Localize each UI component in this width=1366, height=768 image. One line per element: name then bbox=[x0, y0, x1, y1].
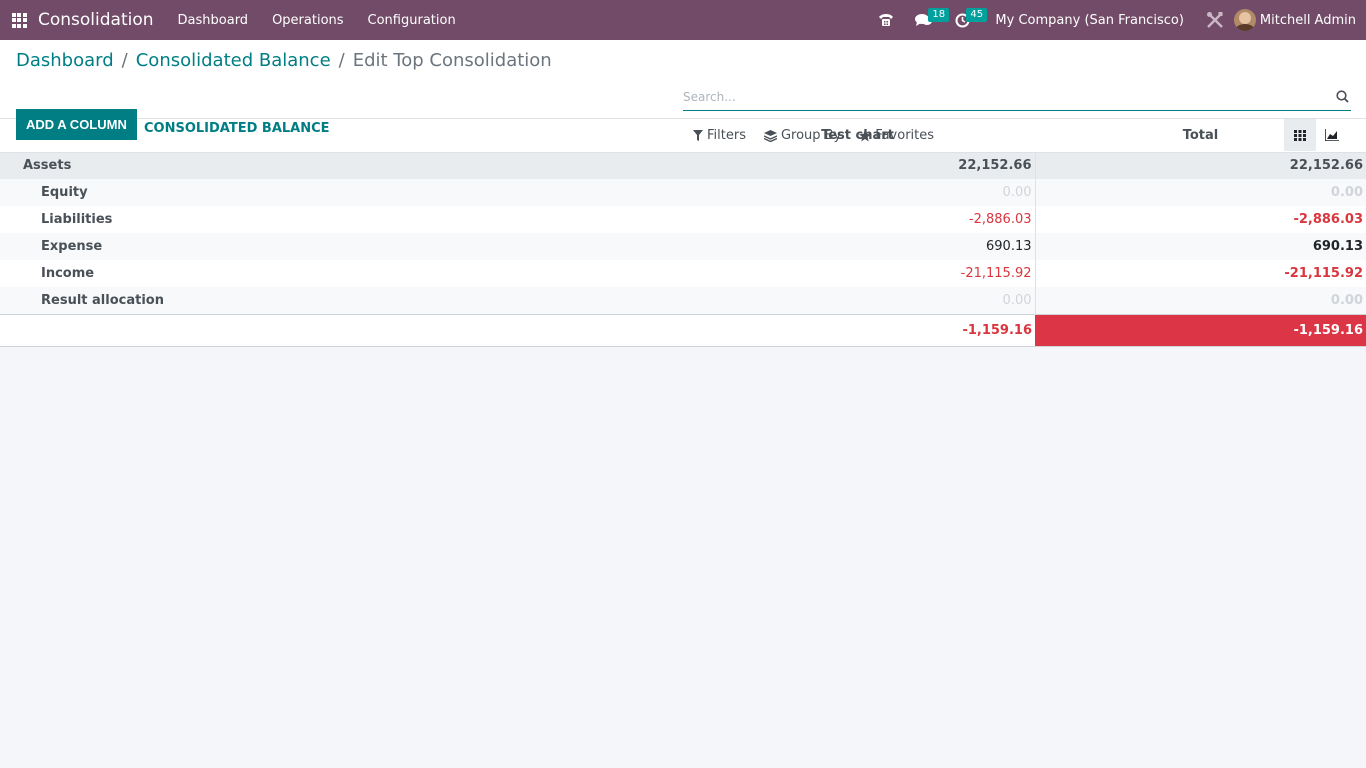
messages-count-badge: 18 bbox=[928, 8, 950, 22]
row-chart-value[interactable]: 0.00 bbox=[680, 179, 1035, 206]
consolidated-balance-button[interactable]: CONSOLIDATED BALANCE bbox=[144, 121, 330, 136]
row-label: Expense bbox=[0, 233, 680, 260]
row-chart-value[interactable]: -2,886.03 bbox=[680, 206, 1035, 233]
consolidation-grid: Test chart Total Assets 22,152.66 22,152… bbox=[0, 119, 1366, 347]
section-label: Assets bbox=[0, 152, 680, 179]
apps-menu-icon[interactable] bbox=[0, 0, 38, 40]
messages-icon[interactable]: 18 bbox=[911, 0, 950, 40]
group-by-dropdown[interactable]: Group By bbox=[763, 128, 842, 143]
group-by-label: Group By bbox=[780, 128, 842, 143]
app-name[interactable]: Consolidation bbox=[38, 10, 154, 30]
row-total-value: -2,886.03 bbox=[1034, 206, 1366, 233]
company-switcher[interactable]: My Company (San Francisco) bbox=[995, 13, 1183, 28]
graph-view-icon[interactable] bbox=[1316, 119, 1348, 151]
row-total-value: 690.13 bbox=[1034, 233, 1366, 260]
filters-dropdown[interactable]: Filters bbox=[693, 128, 746, 143]
star-icon bbox=[859, 129, 872, 141]
table-row[interactable]: Equity 0.00 0.00 bbox=[0, 179, 1366, 206]
totals-row: -1,159.16 -1,159.16 bbox=[0, 313, 1366, 347]
row-total-value: -21,115.92 bbox=[1034, 260, 1366, 287]
breadcrumb-dashboard[interactable]: Dashboard bbox=[16, 50, 114, 71]
breadcrumb-separator: / bbox=[338, 50, 345, 71]
breadcrumb: Dashboard / Consolidated Balance / Edit … bbox=[16, 50, 552, 71]
totals-label bbox=[0, 313, 680, 347]
section-row-assets[interactable]: Assets 22,152.66 22,152.66 bbox=[0, 152, 1366, 179]
menu-dashboard[interactable]: Dashboard bbox=[166, 13, 261, 28]
view-switcher bbox=[1284, 119, 1348, 151]
activities-clock-icon[interactable]: 45 bbox=[949, 0, 988, 40]
menu-configuration[interactable]: Configuration bbox=[356, 13, 468, 28]
layers-icon bbox=[763, 129, 777, 142]
row-chart-value[interactable]: 690.13 bbox=[680, 233, 1035, 260]
top-navbar: Consolidation Dashboard Operations Confi… bbox=[0, 0, 1366, 40]
table-row[interactable]: Liabilities -2,886.03 -2,886.03 bbox=[0, 206, 1366, 233]
search-options: Filters Group By Favorites bbox=[693, 128, 952, 143]
search-input[interactable] bbox=[683, 84, 1351, 110]
row-chart-value[interactable]: 0.00 bbox=[680, 287, 1035, 314]
breadcrumb-current: Edit Top Consolidation bbox=[352, 50, 552, 71]
row-chart-value[interactable]: -21,115.92 bbox=[680, 260, 1035, 287]
row-total-value: 0.00 bbox=[1034, 287, 1366, 314]
row-label: Liabilities bbox=[0, 206, 680, 233]
row-total-value: 0.00 bbox=[1034, 179, 1366, 206]
section-chart-value: 22,152.66 bbox=[680, 152, 1035, 179]
table-row[interactable]: Expense 690.13 690.13 bbox=[0, 233, 1366, 260]
breadcrumb-separator: / bbox=[121, 50, 128, 71]
control-panel: Dashboard / Consolidated Balance / Edit … bbox=[0, 40, 1366, 151]
footer-chart-total: -1,159.16 bbox=[680, 313, 1035, 347]
search-icon[interactable] bbox=[1336, 90, 1349, 107]
user-menu[interactable]: Mitchell Admin bbox=[1260, 13, 1356, 28]
row-label: Equity bbox=[0, 179, 680, 206]
breadcrumb-consolidated-balance[interactable]: Consolidated Balance bbox=[136, 50, 331, 71]
table-row[interactable]: Income -21,115.92 -21,115.92 bbox=[0, 260, 1366, 287]
menu-operations[interactable]: Operations bbox=[260, 13, 355, 28]
table-row[interactable]: Result allocation 0.00 0.00 bbox=[0, 287, 1366, 314]
phone-icon[interactable] bbox=[873, 0, 899, 40]
activities-count-badge: 45 bbox=[966, 8, 988, 22]
favorites-dropdown[interactable]: Favorites bbox=[859, 128, 934, 143]
search-bar bbox=[683, 84, 1351, 111]
grid-view-icon[interactable] bbox=[1284, 119, 1316, 151]
user-avatar[interactable] bbox=[1233, 9, 1256, 31]
footer-grand-total: -1,159.16 bbox=[1035, 313, 1366, 347]
filter-icon bbox=[693, 130, 703, 141]
row-label: Income bbox=[0, 260, 680, 287]
row-label: Result allocation bbox=[0, 287, 680, 314]
add-column-button[interactable]: ADD A COLUMN bbox=[16, 109, 137, 140]
filters-label: Filters bbox=[707, 128, 746, 143]
section-total-value: 22,152.66 bbox=[1034, 152, 1366, 179]
debug-tools-icon[interactable] bbox=[1202, 0, 1228, 40]
favorites-label: Favorites bbox=[875, 128, 935, 143]
